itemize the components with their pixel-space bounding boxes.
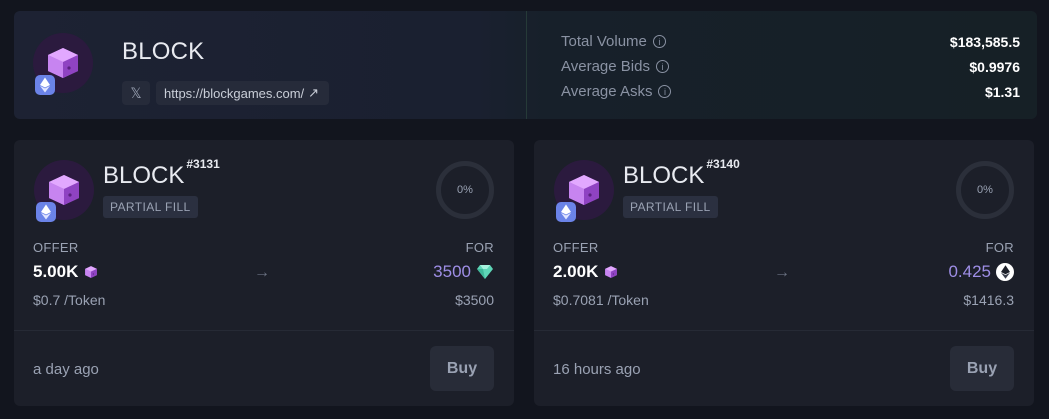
stat-average-asks-value: $1.31 — [984, 84, 1020, 100]
listing-title: BLOCK #3140 — [623, 157, 740, 189]
stat-total-volume-value: $183,585.5 — [949, 34, 1020, 50]
x-logo-icon[interactable]: 𝕏 — [122, 81, 150, 105]
card-divider — [534, 330, 1034, 331]
listing-card[interactable]: BLOCK #3140 PARTIAL FILL 0% OFFER FOR 2.0… — [534, 140, 1034, 406]
ethereum-chain-icon — [35, 75, 55, 95]
website-link[interactable]: https://blockgames.com/ ↗ — [156, 81, 330, 105]
card-divider — [14, 330, 514, 331]
listing-card[interactable]: BLOCK #3131 PARTIAL FILL 0% OFFER FOR 5.0… — [14, 140, 514, 406]
header-divider — [526, 11, 527, 119]
offer-label: OFFER — [33, 240, 79, 255]
listing-title: BLOCK #3131 — [103, 157, 220, 189]
offer-price: $0.7 /Token — [33, 292, 106, 308]
listing-logo — [554, 160, 614, 222]
ethereum-chain-icon — [36, 202, 56, 222]
status-badge: PARTIAL FILL — [103, 196, 198, 218]
info-icon[interactable]: i — [655, 60, 669, 73]
website-url: https://blockgames.com/ — [164, 85, 305, 101]
for-amount: 3500 — [433, 262, 494, 282]
info-icon[interactable]: i — [652, 35, 666, 48]
for-label: FOR — [465, 240, 494, 255]
stat-average-bids-value: $0.9976 — [969, 59, 1020, 75]
cube-token-icon — [605, 266, 618, 278]
external-link-arrow-icon: ↗ — [308, 85, 320, 100]
stat-total-volume-label: Total Volume i — [561, 33, 666, 50]
offer-price: $0.7081 /Token — [553, 292, 649, 308]
token-id: #3131 — [186, 157, 220, 171]
listing-time: 16 hours ago — [553, 361, 641, 378]
cube-token-icon — [85, 266, 98, 278]
fill-progress-text: 0% — [977, 184, 993, 196]
ethereum-icon — [996, 263, 1014, 281]
buy-button[interactable]: Buy — [950, 346, 1014, 391]
for-label: FOR — [985, 240, 1014, 255]
listing-logo — [34, 160, 94, 222]
offer-amount: 2.00K — [553, 262, 618, 282]
stat-average-asks-label: Average Asks i — [561, 83, 672, 100]
fill-progress-ring: 0% — [436, 161, 494, 219]
for-price: $3500 — [455, 292, 494, 308]
collection-header: BLOCK 𝕏 https://blockgames.com/ ↗ Total … — [14, 11, 1037, 119]
buy-button[interactable]: Buy — [430, 346, 494, 391]
fill-progress-text: 0% — [457, 184, 473, 196]
ethereum-chain-icon — [556, 202, 576, 222]
diamond-gem-icon — [477, 265, 493, 279]
collection-logo — [33, 33, 93, 95]
for-price: $1416.3 — [963, 292, 1014, 308]
listing-time: a day ago — [33, 361, 99, 378]
arrow-right-icon: → — [254, 264, 270, 281]
fill-progress-ring: 0% — [956, 161, 1014, 219]
collection-title: BLOCK — [122, 38, 205, 65]
for-amount: 0.425 — [948, 262, 1014, 282]
arrow-right-icon: → — [774, 264, 790, 281]
info-icon[interactable]: i — [658, 85, 672, 98]
offer-amount: 5.00K — [33, 262, 98, 282]
offer-label: OFFER — [553, 240, 599, 255]
status-badge: PARTIAL FILL — [623, 196, 718, 218]
stat-average-bids-label: Average Bids i — [561, 58, 669, 75]
token-id: #3140 — [706, 157, 740, 171]
